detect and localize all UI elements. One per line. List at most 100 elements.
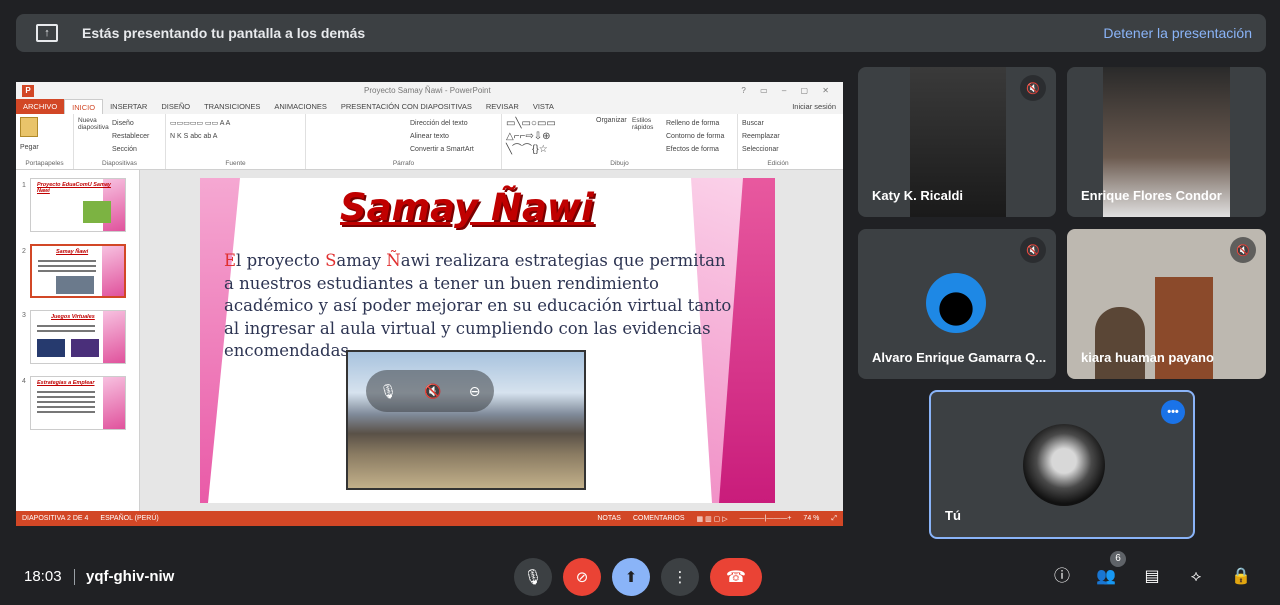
thumb-title: Samay Ñawi [56,249,89,255]
slide-counter: DIAPOSITIVA 2 DE 4 [22,515,89,522]
thumb-title: Juegos Virtuales [51,314,95,320]
zoom-level: 74 % [803,514,820,522]
mic-off-icon[interactable]: 🎙 [380,383,398,400]
tab-vista[interactable]: VISTA [526,102,561,111]
thumb-number: 1 [22,182,26,189]
paragraph-group-label: Párrafo [392,160,415,167]
paste-button[interactable]: Pegar [20,141,69,154]
powerpoint-logo-icon: P [22,84,34,97]
participant-name: Alvaro Enrique Gamarra Q... [872,350,1047,365]
window-controls[interactable]: ? ▭ – ▢ ✕ [741,86,835,95]
mic-off-icon: 🔇 [1020,237,1046,263]
language-indicator: ESPAÑOL (PERÚ) [100,515,159,522]
notes-button[interactable]: NOTAS [591,515,627,523]
mic-off-icon: 🔇 [1020,75,1046,101]
tab-inicio[interactable]: INICIO [64,99,104,114]
volume-off-icon[interactable]: 🔇 [424,383,441,400]
slide-thumbnail-4[interactable]: Estrategias a Emplear [30,376,126,430]
participant-tile[interactable]: 🔇 Katy K. Ricaldi [858,67,1056,217]
thumb-number: 2 [22,248,26,255]
comments-button[interactable]: COMENTARIOS [627,515,691,523]
slide-thumbnail-1[interactable]: Proyecto EduaComU Samay Ñawi [30,178,126,232]
stop-presenting-button[interactable]: Detener la presentación [1103,25,1252,41]
slide-thumbnail-2[interactable]: Samay Ñawi [30,244,126,298]
people-count-badge: 6 [1110,551,1126,567]
view-buttons[interactable]: ▦ ▥ ▢ ▷ [691,515,734,523]
chat-icon[interactable]: ▤ [1140,565,1164,589]
clipboard-group: Pegar Portapapeles [16,114,74,169]
self-tile[interactable]: ••• Tú [929,390,1195,539]
microphone-button[interactable]: 🎙 [514,558,552,596]
participant-tile[interactable]: 🔇 kiara huaman payano [1067,229,1266,379]
shape-fill-button[interactable]: Relleno de forma [666,117,724,130]
participant-name: kiara huaman payano [1081,350,1214,365]
select-button[interactable]: Seleccionar [742,143,814,156]
quick-styles-button[interactable]: Estilos rápidos [632,117,660,156]
minus-circle-icon[interactable]: ⊖ [469,383,481,400]
participant-name: Katy K. Ricaldi [872,188,964,203]
ppt-ribbon-tabs: ARCHIVO INICIO INSERTAR DISEÑO TRANSICIO… [16,99,843,114]
tab-presentacion[interactable]: PRESENTACIÓN CON DIAPOSITIVAS [334,102,479,111]
more-vert-icon: ⋮ [672,569,688,586]
layout-button[interactable]: Diseño [112,117,149,130]
clipboard-group-label: Portapapeles [25,160,64,167]
font-format-buttons[interactable]: N K S abc ab A [170,130,301,143]
paragraph-group: Dirección del texto Alinear texto Conver… [306,114,502,169]
new-slide-button[interactable]: Nueva diapositiva [78,117,109,156]
find-button[interactable]: Buscar [742,117,814,130]
camera-off-icon: ⊘ [575,569,589,586]
meeting-controls-bar: 18:03 yqf-ghiv-niw 🎙 ⊘ ⬆ ⋮ ☎ ⓘ 👥 6 ▤ ⟡ 🔒 [0,545,1280,605]
drawing-group-label: Dibujo [610,160,629,167]
more-options-button[interactable]: ⋮ [661,558,699,596]
microphone-icon: 🎙 [523,569,543,586]
ppt-ribbon: Pegar Portapapeles Nueva diapositiva Dis… [16,114,843,170]
arrange-button[interactable]: Organizar [596,117,627,156]
avatar [926,273,986,333]
activities-icon[interactable]: ⟡ [1184,565,1208,589]
present-button[interactable]: ⬆ [612,558,650,596]
present-screen-icon: ⬆ [624,569,638,586]
participant-tile[interactable]: Enrique Flores Condor [1067,67,1266,217]
meeting-details-icon[interactable]: ⓘ [1050,565,1074,589]
tab-insertar[interactable]: INSERTAR [103,102,154,111]
shape-effects-button[interactable]: Efectos de forma [666,143,724,156]
leave-call-button[interactable]: ☎ [710,558,762,596]
slide-thumbnails: 1 Proyecto EduaComU Samay Ñawi 2 Samay Ñ… [16,170,140,511]
mic-off-icon: 🔇 [1230,237,1256,263]
text-direction-button[interactable]: Dirección del texto [310,117,497,130]
section-button[interactable]: Sección [112,143,149,156]
fit-slide-icon[interactable]: ⤢ [825,515,843,523]
zoom-slider[interactable]: –———|———+ [734,515,798,523]
drawing-group: ▭╲▭○▭▭ △⌐⌐⇨⇩⊕ ╲⌒⌒{}☆ Organizar Estilos ráp… [502,114,738,169]
ppt-statusbar: DIAPOSITIVA 2 DE 4 ESPAÑOL (PERÚ) NOTAS … [16,511,843,526]
slide-thumbnail-3[interactable]: Juegos Virtuales [30,310,126,364]
smartart-button[interactable]: Convertir a SmartArt [310,143,497,156]
current-slide[interactable]: Samay Ñawi El proyecto Samay Ñawi realiz… [200,178,775,503]
more-options-icon[interactable]: ••• [1161,400,1185,424]
tab-diseno[interactable]: DISEÑO [154,102,197,111]
font-selectors[interactable]: ▭▭▭▭▭ ▭▭ A A [170,117,301,130]
font-group: ▭▭▭▭▭ ▭▭ A A N K S abc ab A Fuente [166,114,306,169]
slide-body: El proyecto Samay Ñawi realizara estrate… [224,251,732,360]
tab-revisar[interactable]: REVISAR [479,102,526,111]
shapes-gallery[interactable]: ▭╲▭○▭▭ △⌐⌐⇨⇩⊕ ╲⌒⌒{}☆ [506,117,590,156]
host-controls-icon[interactable]: 🔒 [1229,565,1253,589]
participant-tile[interactable]: 🔇 Alvaro Enrique Gamarra Q... [858,229,1056,379]
tab-archivo[interactable]: ARCHIVO [16,99,65,114]
paste-icon [20,117,38,137]
camera-off-button[interactable]: ⊘ [563,558,601,596]
tab-animaciones[interactable]: ANIMACIONES [267,102,334,111]
hang-up-icon: ☎ [726,569,746,586]
login-link[interactable]: Iniciar sesión [785,102,843,111]
divider [74,569,75,585]
align-text-button[interactable]: Alinear texto [310,130,497,143]
participant-video [1095,307,1145,379]
participant-name: Tú [945,508,961,523]
reset-button[interactable]: Restablecer [112,130,149,143]
thumb-title: Proyecto EduaComU Samay Ñawi [37,182,111,194]
people-icon[interactable]: 👥 [1094,565,1118,589]
shape-outline-button[interactable]: Contorno de forma [666,130,724,143]
replace-button[interactable]: Reemplazar [742,130,814,143]
shared-screen: P Proyecto Samay Ñawi - PowerPoint ? ▭ –… [16,82,843,526]
tab-transiciones[interactable]: TRANSICIONES [197,102,267,111]
